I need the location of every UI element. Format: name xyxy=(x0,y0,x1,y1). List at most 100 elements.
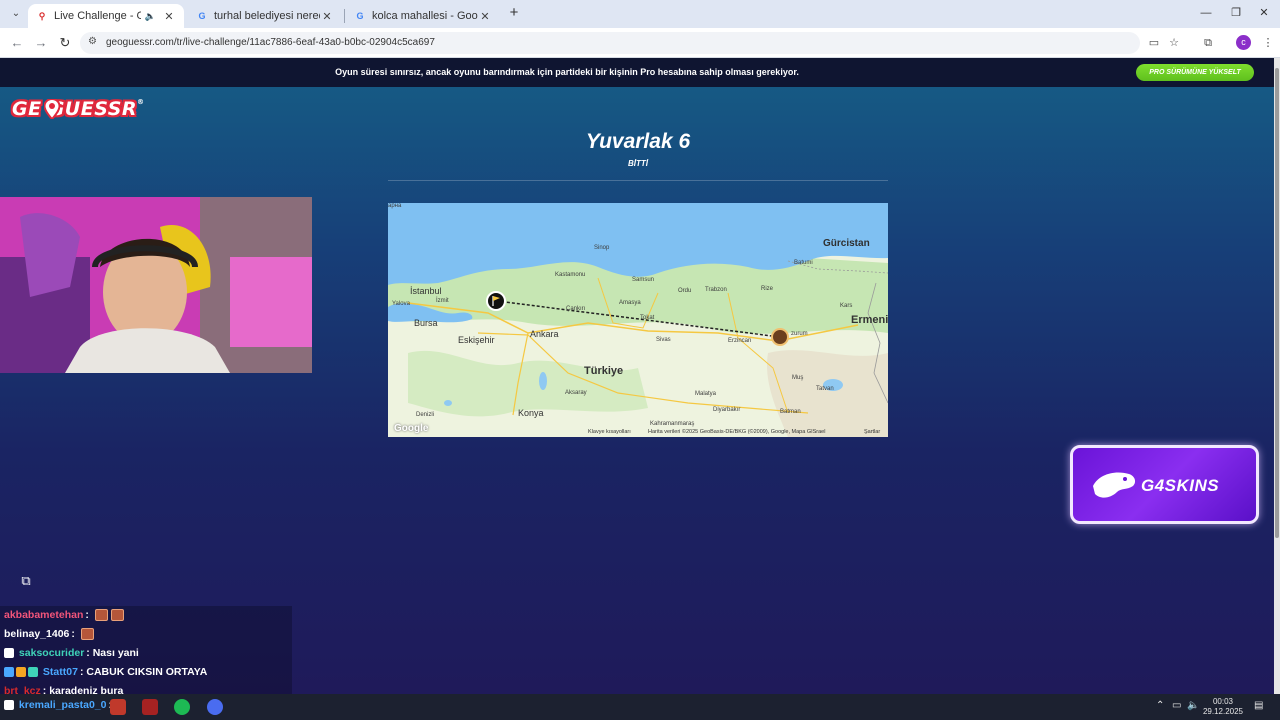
map-label-city: Sivas xyxy=(656,337,671,343)
logo-text: GE GUESSR xyxy=(12,98,138,120)
badge-icon xyxy=(4,648,14,659)
chat-username: kremali_pasta0_0 xyxy=(18,699,107,711)
tab-live-challenge[interactable]: ⚲ Live Challenge - GeoGuessr 🔈 ✕ xyxy=(28,4,184,28)
taskbar-time[interactable]: 00:03 xyxy=(1208,697,1238,706)
flag-icon xyxy=(492,296,500,306)
speaker-icon[interactable]: 🔈 xyxy=(145,11,156,22)
spotify-icon[interactable] xyxy=(174,699,190,715)
geoguessr-favicon-icon: ⚲ xyxy=(38,11,46,21)
tab-search-icon[interactable]: ⌄ xyxy=(8,6,24,22)
map-label-city: Sinop xyxy=(594,245,610,251)
menu-kebab-icon[interactable]: ⋮ xyxy=(1260,35,1276,51)
badge-icon xyxy=(28,667,38,678)
close-window-icon[interactable]: ✕ xyxy=(1256,5,1272,21)
webcam-overlay xyxy=(0,197,312,373)
result-map[interactable]: арна Gürcistan Sinop Kastamonu Samsun Ba… xyxy=(388,203,888,437)
chat-username: akbabametehan xyxy=(4,609,84,621)
cast-icon[interactable]: ▭ xyxy=(1146,35,1162,51)
tab-title: Live Challenge - GeoGuessr xyxy=(54,10,141,22)
windows-taskbar: kremali_pasta0_0: ⌃ ▭ 🔈 00:03 29.12.2025… xyxy=(0,694,1280,720)
banner-message: Oyun süresi sınırsız, ancak oyunu barınd… xyxy=(335,67,799,77)
google-favicon-icon: G xyxy=(356,11,364,21)
map-label-city: Tokat xyxy=(640,315,655,321)
browser-tab-bar: ⌄ ⚲ Live Challenge - GeoGuessr 🔈 ✕ G tur… xyxy=(0,0,1280,28)
tab-title: kolca mahallesi - Google'da Ara xyxy=(372,10,478,22)
new-tab-icon[interactable]: + xyxy=(507,5,521,21)
map-label-city: Amasya xyxy=(619,300,641,306)
tab-kolca-search[interactable]: G kolca mahallesi - Google'da Ara ✕ xyxy=(346,4,500,28)
map-attribution: Harita verileri ©2025 GeoBasis-DE/BKG (©… xyxy=(648,429,826,435)
taskbar-app-icon[interactable] xyxy=(110,699,126,715)
site-info-icon[interactable]: ⚙ xyxy=(88,36,97,47)
chat-message: akbabametehan: xyxy=(4,609,124,622)
tab-title: turhal belediyesi nerede - Goog xyxy=(214,10,320,22)
address-bar[interactable]: ⚙ geoguessr.com/tr/live-challenge/11ac78… xyxy=(80,32,1140,54)
upgrade-pro-button[interactable]: PRO SÜRÜMÜNE YÜKSELT xyxy=(1136,64,1254,81)
volume-icon[interactable]: 🔈 xyxy=(1187,700,1199,711)
chat-username: Statt07 xyxy=(42,666,78,678)
url-text: geoguessr.com/tr/live-challenge/11ac7886… xyxy=(106,37,435,48)
chat-message: brt_kcz: karadeniz bura xyxy=(4,685,123,694)
page-scrollbar[interactable] xyxy=(1274,58,1280,694)
map-label-city: Samsun xyxy=(632,277,655,283)
chat-icon[interactable]: ⧉ xyxy=(14,570,38,592)
map-label-city: Denizli xyxy=(416,412,435,418)
map-keyboard-shortcuts-link[interactable]: Klavye kısayolları xyxy=(588,429,631,435)
taskbar-date[interactable]: 29.12.2025 xyxy=(1202,707,1244,716)
map-label-city: Yalova xyxy=(392,301,410,307)
tab-turhal-search[interactable]: G turhal belediyesi nerede - Goog ✕ xyxy=(188,4,342,28)
map-label-city: Batman xyxy=(780,409,801,415)
network-icon[interactable]: ▭ xyxy=(1172,700,1181,711)
map-terms-link[interactable]: Şartlar xyxy=(864,429,880,435)
map-label-city: Aksaray xyxy=(565,390,587,396)
back-arrow-icon[interactable]: ← xyxy=(8,34,26,52)
geoguessr-logo[interactable]: GE GUESSR® xyxy=(12,98,145,120)
scrollbar-thumb[interactable] xyxy=(1275,68,1279,538)
badge-icon xyxy=(4,700,14,711)
map-label-city: Bursa xyxy=(414,318,438,328)
chat-message: kremali_pasta0_0: xyxy=(4,699,112,711)
map-lake-tuz xyxy=(539,372,547,390)
map-label-city: Ankara xyxy=(530,329,559,339)
tray-chevron-icon[interactable]: ⌃ xyxy=(1156,700,1164,711)
close-tab-icon[interactable]: ✕ xyxy=(478,10,492,23)
bookmark-star-icon[interactable]: ☆ xyxy=(1166,35,1182,51)
chat-colon: : xyxy=(71,628,75,640)
notifications-icon[interactable]: ▤ xyxy=(1254,700,1263,711)
chat-text: karadeniz bura xyxy=(49,685,124,694)
chat-message: belinay_1406: xyxy=(4,628,94,641)
emote-icon xyxy=(110,609,124,622)
chat-message: saksocurider: Nası yani xyxy=(4,647,139,659)
sponsor-text: G4SKINS xyxy=(1141,476,1220,495)
sponsor-banner: G4SKINS xyxy=(1070,445,1259,524)
close-tab-icon[interactable]: ✕ xyxy=(320,10,334,23)
taskbar-app-icon[interactable] xyxy=(142,699,158,715)
map-label-city: Diyarbakır xyxy=(713,407,741,413)
reload-icon[interactable]: ↻ xyxy=(56,34,74,52)
google-favicon-icon: G xyxy=(198,11,206,21)
logo-pin-icon xyxy=(44,99,60,119)
map-east-terrain xyxy=(767,350,888,437)
chat-message: Statt07: CABUK CIKSIN ORTAYA xyxy=(4,666,207,678)
forward-arrow-icon[interactable]: → xyxy=(32,34,50,52)
chat-username: saksocurider xyxy=(18,647,85,659)
minimize-icon[interactable]: — xyxy=(1198,5,1214,21)
page-viewport: Oyun süresi sınırsız, ancak oyunu barınd… xyxy=(0,58,1280,694)
map-label-city: Konya xyxy=(518,408,544,418)
chat-text: CABUK CIKSIN ORTAYA xyxy=(86,666,208,678)
chrome-icon[interactable] xyxy=(207,699,223,715)
restore-icon[interactable]: ❐ xyxy=(1228,5,1244,21)
chat-username: brt_kcz xyxy=(4,685,41,694)
title-divider xyxy=(388,180,888,181)
extensions-icon[interactable]: ⧉ xyxy=(1200,35,1216,51)
map-lake xyxy=(444,400,452,406)
map-label-country: Türkiye xyxy=(584,365,624,377)
flag-marker-icon[interactable] xyxy=(486,291,506,311)
player-guess-marker-icon[interactable] xyxy=(771,328,789,346)
close-tab-icon[interactable]: ✕ xyxy=(162,10,176,23)
tab-separator xyxy=(344,9,345,23)
map-label: арна xyxy=(388,203,402,209)
map-label-city: Eskişehir xyxy=(458,335,495,345)
profile-avatar[interactable]: c xyxy=(1236,35,1251,50)
map-label-country: Ermeni xyxy=(851,314,888,326)
